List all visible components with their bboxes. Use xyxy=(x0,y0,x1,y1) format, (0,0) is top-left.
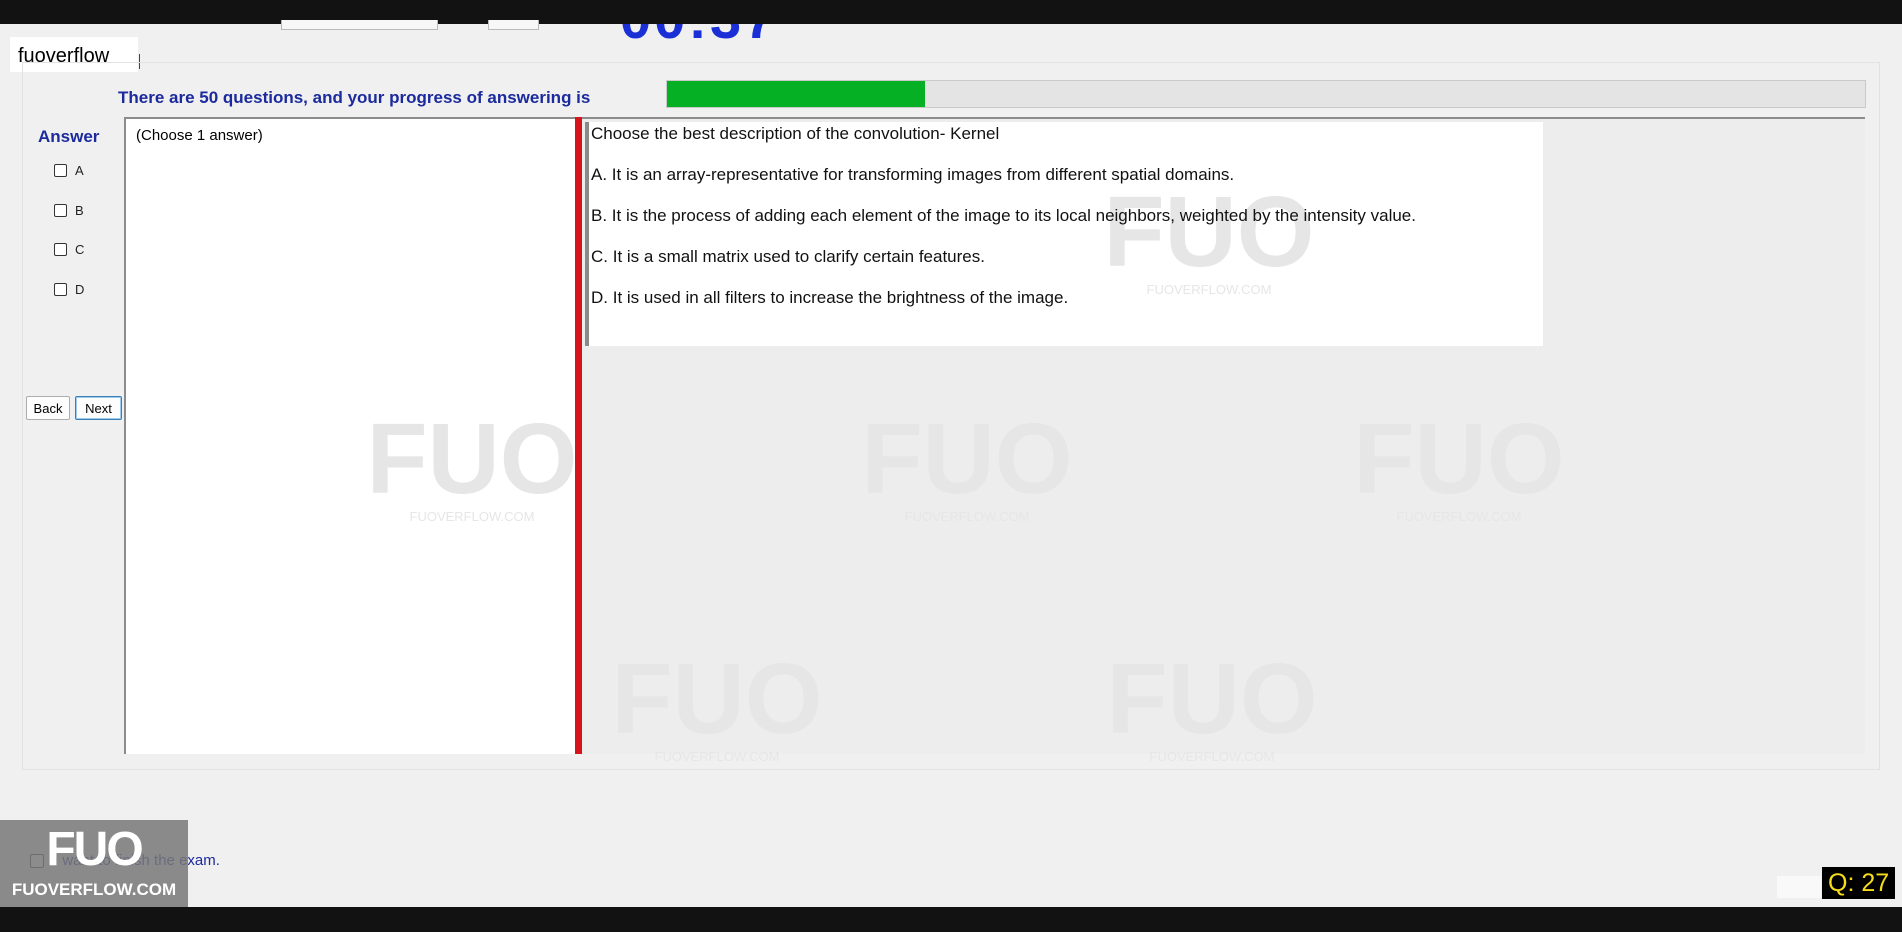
question-box: FUO FUOVERFLOW.COM Choose the best descri… xyxy=(585,122,1543,346)
progress-bar xyxy=(666,80,1866,108)
question-choice-d: D. It is used in all filters to increase… xyxy=(591,288,1069,307)
progress-label: There are 50 questions, and your progres… xyxy=(118,88,591,107)
answer-option-b[interactable]: B xyxy=(54,203,84,218)
logo-mark: FUO xyxy=(46,823,143,876)
watermark-logo: FUO FUOVERFLOW.COM xyxy=(1353,403,1565,524)
answer-checkbox-b[interactable] xyxy=(54,204,67,217)
next-button[interactable]: Next xyxy=(75,396,122,420)
bottom-letterbox-bar xyxy=(0,907,1902,932)
counter-pad xyxy=(1777,876,1821,898)
answer-option-c[interactable]: C xyxy=(54,242,84,257)
question-counter: Q: 27 xyxy=(1822,867,1896,899)
back-button[interactable]: Back xyxy=(26,396,70,420)
watermark-logo: FUO FUOVERFLOW.COM xyxy=(611,643,823,764)
answer-title: Answer xyxy=(38,127,100,146)
answer-checkbox-d[interactable] xyxy=(54,283,67,296)
answer-letter-a: A xyxy=(75,163,84,178)
answer-letter-d: D xyxy=(75,282,85,297)
watermark-logo: FUO FUOVERFLOW.COM xyxy=(1106,643,1318,764)
answer-checkbox-a[interactable] xyxy=(54,164,67,177)
timer-text: 00:37 xyxy=(620,24,778,46)
fuoverflow-logo: FUO FUOVERFLOW.COM xyxy=(0,820,188,908)
top-control-partial[interactable] xyxy=(488,20,539,30)
watermark-logo: FUO FUOVERFLOW.COM xyxy=(1103,176,1315,297)
watermark-logo: FUO FUOVERFLOW.COM xyxy=(861,403,1073,524)
answer-option-d[interactable]: D xyxy=(54,282,84,297)
answer-checkbox-c[interactable] xyxy=(54,243,67,256)
panel-divider xyxy=(575,117,582,754)
answer-option-a[interactable]: A xyxy=(54,163,84,178)
answer-letter-b: B xyxy=(75,203,84,218)
progress-bar-fill xyxy=(667,81,925,107)
answer-text-panel: (Choose 1 answer) xyxy=(124,117,576,754)
question-choice-b: B. It is the process of adding each elem… xyxy=(591,206,1416,225)
logo-site-text: FUOVERFLOW.COM xyxy=(11,880,177,899)
answer-letter-c: C xyxy=(75,242,85,257)
question-choice-c: C. It is a small matrix used to clarify … xyxy=(591,247,985,266)
top-dropdown-partial[interactable] xyxy=(281,20,438,30)
question-choice-a: A. It is an array-representative for tra… xyxy=(591,165,1235,184)
question-prompt: Choose the best description of the convo… xyxy=(591,124,1000,143)
exam-timer: 00:37 xyxy=(620,24,820,46)
choose-hint: (Choose 1 answer) xyxy=(136,127,263,144)
question-area: FUO FUOVERFLOW.COM FUO FUOVERFLOW.COM FUO F… xyxy=(366,117,1865,764)
